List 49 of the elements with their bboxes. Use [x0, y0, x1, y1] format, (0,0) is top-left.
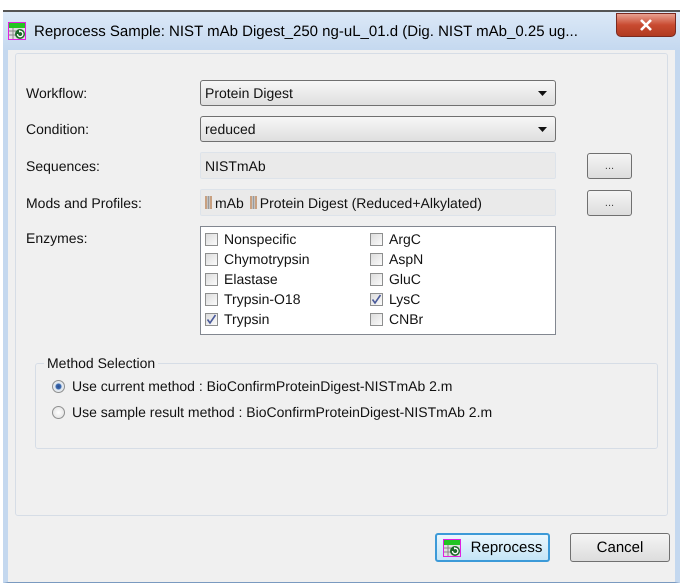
- checkbox[interactable]: [370, 272, 383, 286]
- caret-icon: [538, 126, 547, 132]
- dropdown[interactable]: reduced: [200, 116, 556, 142]
- tag-label: Protein Digest (Reduced+Alkylated): [260, 194, 482, 210]
- checkbox[interactable]: [370, 292, 383, 306]
- close-button[interactable]: [616, 13, 676, 37]
- dropdown[interactable]: Protein Digest: [200, 80, 556, 106]
- checkbox[interactable]: [205, 232, 218, 246]
- checkbox-label: Trypsin-O18: [224, 291, 301, 307]
- reprocess-icon: [442, 538, 461, 556]
- bars-icon: [205, 196, 212, 209]
- mods-field[interactable]: mAb Protein Digest (Reduced+Alkylated): [200, 189, 556, 216]
- checkbox-label: GluC: [389, 271, 421, 287]
- checkbox[interactable]: [370, 252, 383, 266]
- checkbox[interactable]: [370, 232, 383, 246]
- bars-icon: [250, 196, 257, 209]
- text-field[interactable]: NISTmAb: [200, 152, 556, 179]
- window-title: Reprocess Sample: NIST mAb Digest_250 ng-uL_01.d (Dig. NIST mAb_0.25 ug...: [34, 22, 579, 40]
- caret-icon: [538, 90, 547, 96]
- browse-button[interactable]: ...: [587, 190, 632, 216]
- checkbox-label: LysC: [389, 291, 420, 307]
- field-label: Mods and Profiles:: [26, 194, 143, 210]
- checkbox-label: CNBr: [389, 311, 424, 327]
- checkbox[interactable]: [205, 272, 218, 286]
- tag-label: mAb: [215, 194, 244, 210]
- cancel-button[interactable]: Cancel: [570, 533, 670, 562]
- radio-button[interactable]: [52, 380, 65, 392]
- app-icon: [8, 22, 26, 40]
- radio-label: Use sample result method : BioConfirmProteinDigest-NISTmAb 2.m: [72, 404, 492, 420]
- checkbox-label: Nonspecific: [224, 231, 296, 247]
- field-label: Workflow:: [26, 85, 88, 101]
- field-label: Sequences:: [26, 158, 101, 174]
- checkbox-label: ArgC: [389, 231, 421, 247]
- group-title: Method Selection: [44, 355, 158, 371]
- checkbox-label: Trypsin: [224, 311, 270, 327]
- reprocess-button[interactable]: Reprocess: [435, 533, 550, 562]
- checkbox-label: Elastase: [224, 271, 278, 287]
- checkbox-label: Chymotrypsin: [224, 251, 310, 267]
- checkbox[interactable]: [205, 312, 218, 326]
- radio-label: Use current method : BioConfirmProteinDigest-NISTmAb 2.m: [72, 378, 452, 394]
- field-label: Condition:: [26, 121, 90, 137]
- checkbox[interactable]: [205, 252, 218, 266]
- checkbox[interactable]: [370, 312, 383, 326]
- field-label: Enzymes:: [26, 229, 88, 246]
- radio-button[interactable]: [52, 406, 65, 418]
- browse-button[interactable]: ...: [587, 152, 632, 178]
- checkbox-label: AspN: [389, 251, 424, 267]
- close-icon: [639, 19, 653, 31]
- checkbox[interactable]: [205, 292, 218, 306]
